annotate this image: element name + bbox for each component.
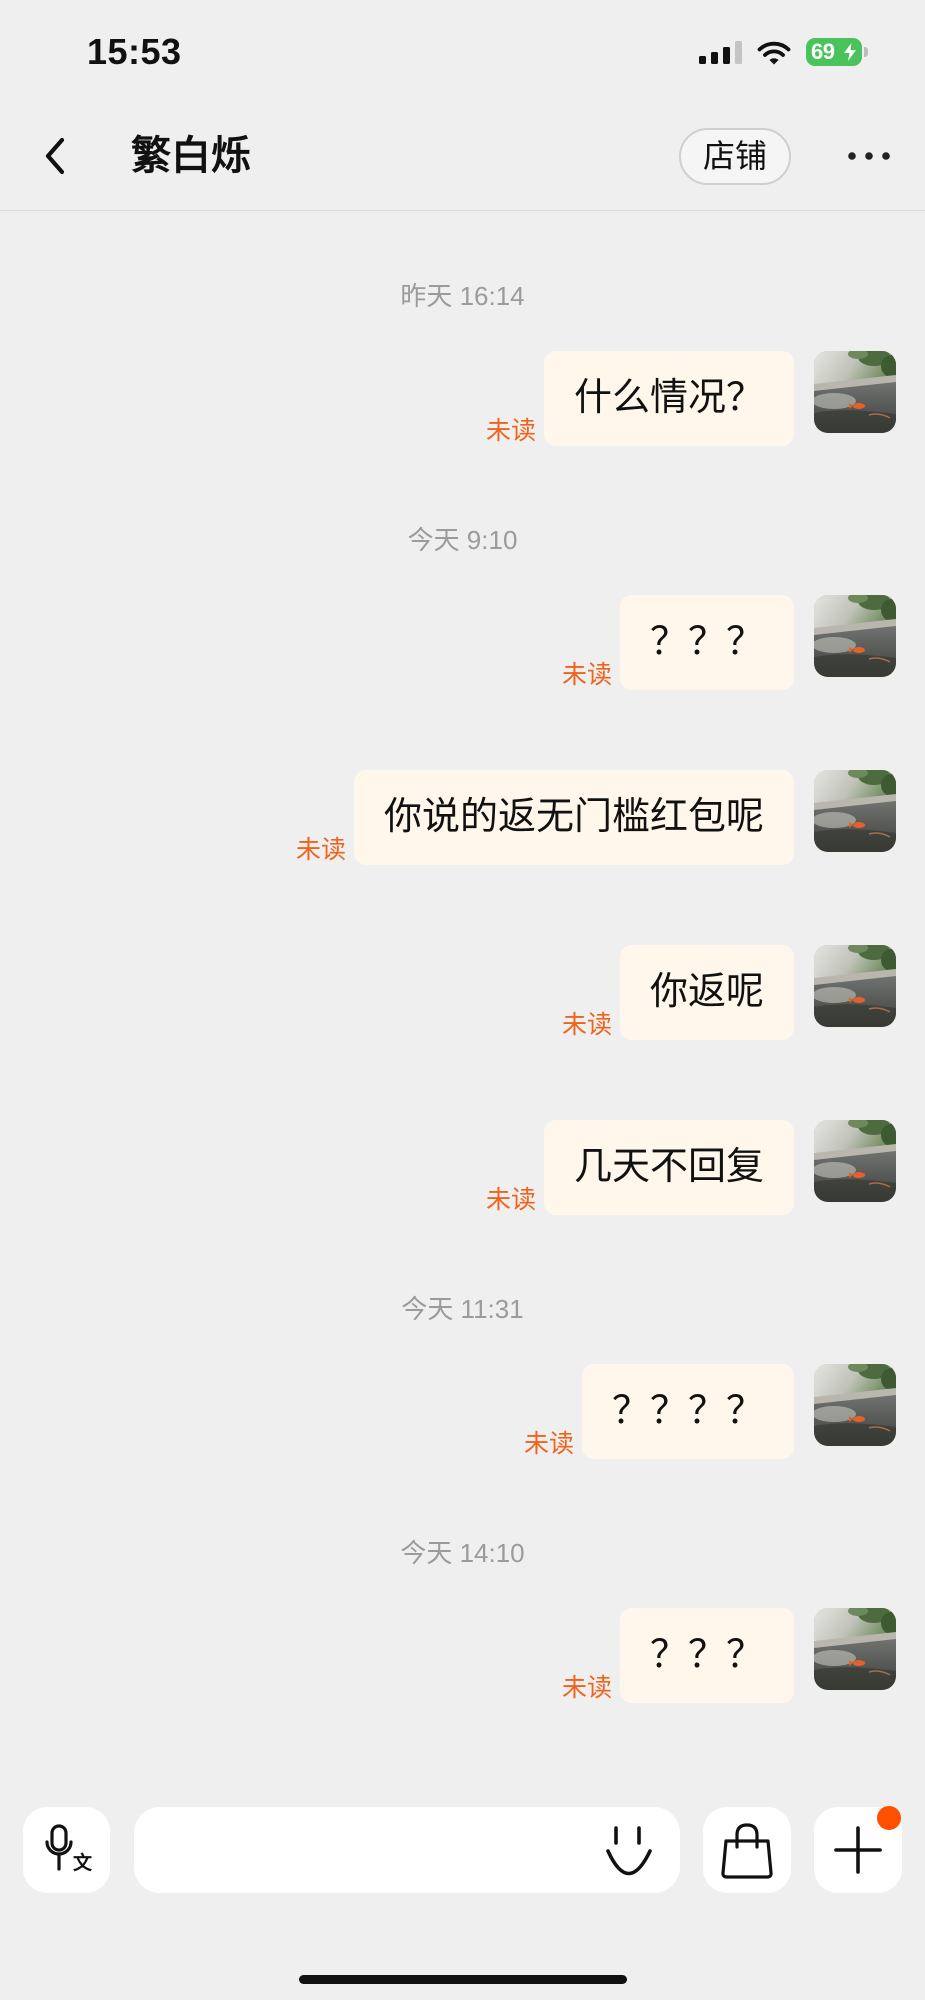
avatar-image	[814, 770, 896, 852]
chat-header: 繁白烁 店铺	[0, 100, 925, 211]
charging-bolt-icon	[844, 43, 856, 61]
avatar-image	[814, 1608, 896, 1690]
message-row: 未读 几天不回复	[0, 1120, 925, 1216]
status-time: 15:53	[87, 31, 182, 72]
message-list[interactable]: 昨天 16:14 未读 什么情况？ 今天 9:10 未读 ？？？ 未读 你说的返…	[0, 212, 925, 1802]
message-bubble[interactable]: 什么情况？	[543, 351, 794, 446]
chevron-left-icon[interactable]	[40, 136, 70, 176]
chat-title: 繁白烁	[131, 134, 251, 178]
message-row: 未读 ？？？	[0, 595, 925, 691]
shop-button[interactable]: 店铺	[679, 128, 791, 185]
avatar[interactable]	[814, 595, 896, 677]
avatar-image	[814, 945, 896, 1027]
message-bubble[interactable]: ？？？	[619, 1608, 794, 1703]
home-indicator[interactable]	[299, 1975, 627, 1984]
timestamp: 今天 14:10	[400, 1538, 525, 1568]
battery-level: 69	[811, 39, 835, 64]
wifi-icon	[757, 41, 791, 65]
message-bubble[interactable]: 你返呢	[619, 945, 794, 1040]
battery-charging-icon: 69	[806, 38, 862, 66]
shopping-bag-icon	[721, 1823, 773, 1879]
unread-status: 未读	[523, 1430, 574, 1458]
unread-status: 未读	[561, 1011, 612, 1039]
message-input[interactable]	[156, 1807, 586, 1893]
avatar[interactable]	[814, 1120, 896, 1202]
unread-status: 未读	[485, 1186, 536, 1214]
message-row: 未读 ？？？	[0, 1608, 925, 1704]
unread-status: 未读	[485, 417, 536, 445]
message-bubble[interactable]: ？？？？	[581, 1364, 794, 1459]
avatar-image	[814, 351, 896, 433]
message-row: 未读 什么情况？	[0, 351, 925, 447]
avatar-image	[814, 595, 896, 677]
notification-badge	[877, 1806, 901, 1830]
avatar-image	[814, 1364, 896, 1446]
message-row: 未读 ？？？？	[0, 1364, 925, 1460]
unread-status: 未读	[295, 836, 346, 864]
message-bubble[interactable]: ？？？	[619, 595, 794, 690]
cellular-signal-icon	[699, 41, 742, 64]
message-bubble[interactable]: 你说的返无门槛红包呢	[353, 770, 794, 865]
more-dots-icon[interactable]	[846, 146, 892, 166]
product-bag-button[interactable]	[703, 1807, 791, 1893]
avatar[interactable]	[814, 770, 896, 852]
battery-nub	[864, 47, 868, 57]
message-row: 未读 你说的返无门槛红包呢	[0, 770, 925, 866]
mic-translate-icon: 文	[45, 1824, 93, 1874]
message-bubble[interactable]: 几天不回复	[543, 1120, 794, 1215]
status-bar: 15:53 69	[0, 0, 925, 100]
message-input-container	[134, 1807, 680, 1893]
avatar[interactable]	[814, 1364, 896, 1446]
avatar-image	[814, 1120, 896, 1202]
message-row: 未读 你返呢	[0, 945, 925, 1041]
avatar[interactable]	[814, 351, 896, 433]
unread-status: 未读	[561, 661, 612, 689]
translate-glyph: 文	[73, 1851, 93, 1874]
smiley-icon[interactable]	[606, 1822, 652, 1876]
avatar[interactable]	[814, 945, 896, 1027]
voice-input-button[interactable]: 文	[23, 1807, 110, 1893]
avatar[interactable]	[814, 1608, 896, 1690]
timestamp: 昨天 16:14	[400, 281, 525, 311]
timestamp: 今天 11:31	[401, 1294, 524, 1324]
timestamp: 今天 9:10	[407, 525, 518, 555]
unread-status: 未读	[561, 1674, 612, 1702]
